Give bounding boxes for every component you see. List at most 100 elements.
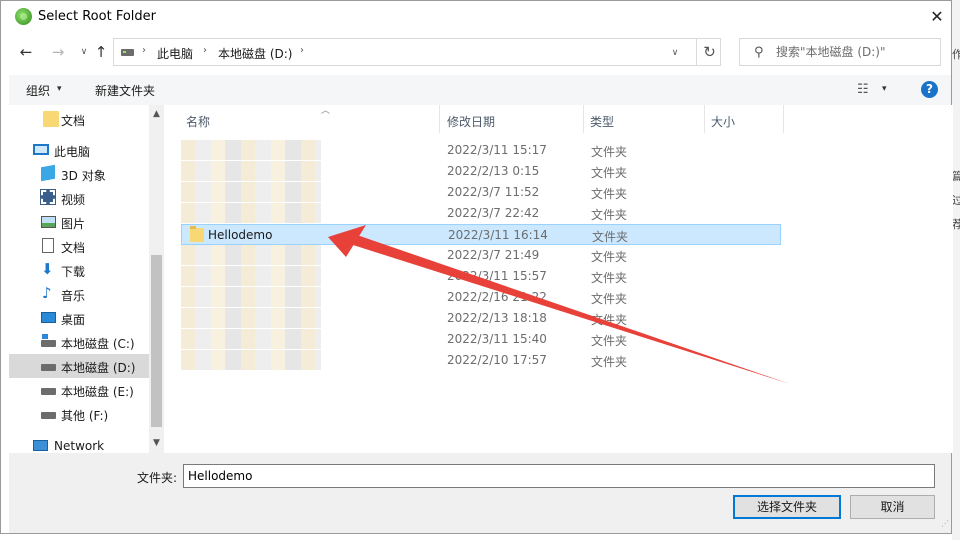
column-header-label: 类型: [590, 115, 615, 129]
network-icon: [33, 440, 48, 451]
breadcrumb-separator-icon[interactable]: ›: [142, 45, 146, 56]
nav-item-documents[interactable]: 文档: [9, 107, 149, 131]
nav-item-label: 桌面: [61, 313, 86, 327]
organize-button[interactable]: 组织: [26, 82, 50, 99]
nav-item-drive-c[interactable]: 本地磁盘 (C:): [9, 330, 149, 354]
blurred-file-name: [181, 203, 321, 223]
file-name: Hellodemo: [208, 228, 273, 242]
column-header-name[interactable]: 名称 ︿: [181, 105, 439, 133]
cube-icon: [41, 164, 55, 182]
chevron-down-icon[interactable]: ∨: [665, 44, 685, 62]
download-arrow-icon: ⬇: [41, 260, 54, 278]
document-icon: [42, 238, 54, 253]
file-modified-date: 2022/3/11 15:40: [447, 332, 547, 346]
blurred-file-name: [181, 287, 321, 307]
nav-item-label: 视频: [61, 193, 86, 207]
file-modified-date: 2022/3/11 15:57: [447, 269, 547, 283]
close-button[interactable]: ✕: [923, 5, 951, 29]
new-folder-button[interactable]: 新建文件夹: [95, 82, 155, 99]
breadcrumb-this-pc[interactable]: 此电脑: [157, 45, 193, 62]
column-header-size[interactable]: 大小: [706, 105, 782, 133]
breadcrumb-separator-icon[interactable]: ›: [300, 45, 304, 56]
table-row[interactable]: 2022/2/16 21:22 文件夹: [181, 287, 781, 308]
folder-name-input[interactable]: [183, 464, 935, 488]
file-type: 文件夹: [591, 250, 628, 264]
blurred-file-name: [181, 161, 321, 181]
navigation-pane: 文档 此电脑 3D 对象 视频 图片 文档 ⬇ 下载 ♪ 音乐 桌面 本地磁盘 …: [9, 105, 164, 453]
caret-down-icon[interactable]: ▾: [57, 84, 62, 94]
caret-down-icon[interactable]: ▾: [882, 84, 887, 94]
column-header-date[interactable]: 修改日期: [442, 105, 582, 133]
nav-item-music[interactable]: ♪ 音乐: [9, 282, 149, 306]
scroll-up-arrow-icon[interactable]: ▲: [149, 109, 164, 119]
desktop-icon: [41, 312, 56, 323]
search-box[interactable]: ⚲: [739, 38, 941, 66]
nav-item-drive-d[interactable]: 本地磁盘 (D:): [9, 354, 149, 378]
dialog-footer: 文件夹: 选择文件夹 取消 ⋰: [9, 453, 951, 533]
select-folder-button[interactable]: 选择文件夹: [733, 495, 841, 519]
nav-item-3d-objects[interactable]: 3D 对象: [9, 162, 149, 186]
table-row[interactable]: 2022/3/7 22:42 文件夹: [181, 203, 781, 224]
windows-logo-icon: [42, 334, 48, 339]
file-type: 文件夹: [591, 313, 628, 327]
file-type: 文件夹: [591, 334, 628, 348]
nav-item-documents-2[interactable]: 文档: [9, 234, 149, 258]
scroll-down-arrow-icon[interactable]: ▼: [149, 438, 164, 448]
nav-item-label: 本地磁盘 (D:): [61, 361, 136, 375]
resize-grip-icon[interactable]: ⋰: [941, 519, 949, 528]
nav-item-downloads[interactable]: ⬇ 下载: [9, 258, 149, 282]
table-row[interactable]: 2022/2/13 0:15 文件夹: [181, 161, 781, 182]
table-row[interactable]: 2022/3/11 15:57 文件夹: [181, 266, 781, 287]
back-arrow-icon[interactable]: ←: [15, 41, 37, 63]
blurred-file-name: [181, 329, 321, 349]
table-row[interactable]: 2022/2/10 17:57 文件夹: [181, 350, 781, 371]
up-arrow-icon[interactable]: ↑: [90, 41, 112, 63]
column-header-label: 大小: [711, 115, 736, 129]
pictures-icon: [41, 216, 56, 228]
breadcrumb-separator-icon[interactable]: ›: [203, 45, 207, 56]
column-header-label: 修改日期: [447, 115, 496, 129]
scrollbar-thumb[interactable]: [151, 255, 162, 427]
folder-icon: [43, 111, 59, 127]
table-row-selected[interactable]: Hellodemo 2022/3/11 16:14 文件夹: [181, 224, 781, 245]
title-bar[interactable]: Select Root Folder ✕: [1, 1, 951, 33]
refresh-icon[interactable]: ↻: [696, 39, 722, 65]
file-type: 文件夹: [591, 187, 628, 201]
nav-item-network[interactable]: Network: [9, 434, 149, 453]
table-row[interactable]: 2022/2/13 18:18 文件夹: [181, 308, 781, 329]
column-divider[interactable]: [439, 105, 440, 133]
file-modified-date: 2022/2/16 21:22: [447, 290, 547, 304]
address-bar[interactable]: › 此电脑 › 本地磁盘 (D:) › ∨ ↻: [113, 38, 721, 66]
help-icon[interactable]: ?: [921, 81, 938, 98]
forward-arrow-icon[interactable]: →: [47, 41, 69, 63]
file-type: 文件夹: [591, 355, 628, 369]
cancel-button[interactable]: 取消: [850, 495, 935, 519]
nav-item-videos[interactable]: 视频: [9, 186, 149, 210]
table-row[interactable]: 2022/3/11 15:17 文件夹: [181, 140, 781, 161]
select-folder-dialog: Select Root Folder ✕ ← → ∨ ↑ › 此电脑 › 本地磁…: [0, 0, 953, 534]
command-toolbar: 组织 ▾ 新建文件夹 ☷ ▾ ?: [9, 75, 951, 105]
breadcrumb-drive-d[interactable]: 本地磁盘 (D:): [218, 45, 292, 62]
nav-item-label: 文档: [61, 114, 86, 128]
table-row[interactable]: 2022/3/11 15:40 文件夹: [181, 329, 781, 350]
nav-item-pictures[interactable]: 图片: [9, 210, 149, 234]
column-divider[interactable]: [704, 105, 705, 133]
nav-item-desktop[interactable]: 桌面: [9, 306, 149, 330]
column-divider[interactable]: [783, 105, 784, 133]
table-row[interactable]: 2022/3/7 11:52 文件夹: [181, 182, 781, 203]
nav-item-this-pc[interactable]: 此电脑: [9, 138, 149, 162]
nav-scrollbar[interactable]: ▲ ▼: [149, 105, 164, 453]
view-options-icon[interactable]: ☷: [857, 82, 869, 97]
table-row[interactable]: 2022/3/7 21:49 文件夹: [181, 245, 781, 266]
column-divider[interactable]: [583, 105, 584, 133]
drive-icon: [41, 412, 56, 419]
nav-item-drive-e[interactable]: 本地磁盘 (E:): [9, 378, 149, 402]
nav-item-drive-f[interactable]: 其他 (F:): [9, 402, 149, 426]
search-input[interactable]: [776, 42, 936, 62]
file-type: 文件夹: [591, 166, 628, 180]
nav-item-label: 其他 (F:): [61, 409, 109, 423]
column-header-type[interactable]: 类型: [585, 105, 703, 133]
folder-icon: [190, 226, 204, 242]
background-text: 荐: [952, 218, 960, 231]
background-text: 篇: [952, 170, 960, 183]
